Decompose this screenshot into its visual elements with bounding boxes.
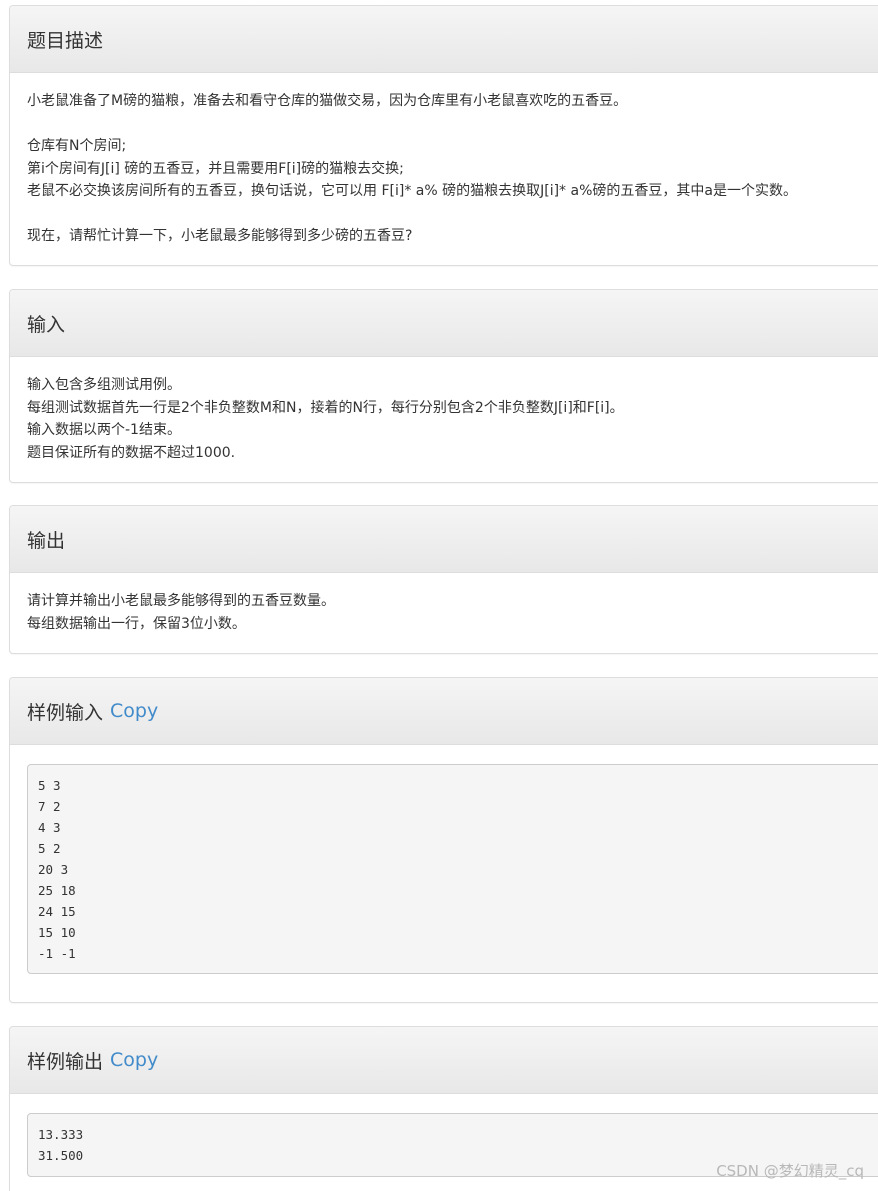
csdn-watermark: CSDN @梦幻精灵_cq (716, 1162, 864, 1180)
description-blank-line (27, 113, 871, 136)
output-panel: 输出 请计算并输出小老鼠最多能够得到的五香豆数量。 每组数据输出一行，保留3位小… (9, 505, 878, 654)
input-line: 输入数据以两个-1结束。 (27, 422, 181, 438)
description-line: 现在，请帮忙计算一下，小老鼠最多能够得到多少磅的五香豆? (27, 228, 413, 244)
sample-output-copy-link[interactable]: Copy (110, 1049, 158, 1071)
description-heading: 题目描述 (10, 6, 878, 73)
description-panel: 题目描述 小老鼠准备了M磅的猫粮，准备去和看守仓库的猫做交易，因为仓库里有小老鼠… (9, 5, 878, 266)
input-title: 输入 (27, 313, 66, 336)
description-body: 小老鼠准备了M磅的猫粮，准备去和看守仓库的猫做交易，因为仓库里有小老鼠喜欢吃的五… (10, 73, 878, 248)
sample-input-heading: 样例输入 Copy (10, 678, 878, 745)
input-heading: 输入 (10, 290, 878, 357)
output-title: 输出 (27, 529, 66, 552)
description-blank-line (27, 203, 871, 226)
sample-output-heading: 样例输出 Copy (10, 1027, 878, 1094)
description-line: 仓库有N个房间; (27, 138, 127, 154)
description-line: 第i个房间有J[i] 磅的五香豆，并且需要用F[i]磅的猫粮去交换; (27, 160, 404, 177)
description-title: 题目描述 (27, 29, 104, 52)
sample-output-title: 样例输出 (27, 1050, 104, 1073)
input-body: 输入包含多组测试用例。 每组测试数据首先一行是2个非负整数M和N，接着的N行，每… (10, 357, 878, 464)
sample-input-copy-link[interactable]: Copy (110, 700, 158, 722)
description-line: 小老鼠准备了M磅的猫粮，准备去和看守仓库的猫做交易，因为仓库里有小老鼠喜欢吃的五… (27, 93, 628, 109)
output-line: 请计算并输出小老鼠最多能够得到的五香豆数量。 (27, 593, 335, 609)
output-heading: 输出 (10, 506, 878, 573)
input-line: 输入包含多组测试用例。 (27, 377, 181, 393)
sample-input-panel: 样例输入 Copy 5 3 7 2 4 3 5 2 20 3 25 18 24 … (9, 677, 878, 1003)
input-line: 每组测试数据首先一行是2个非负整数M和N，接着的N行，每行分别包含2个非负整数J… (27, 399, 624, 416)
input-line: 题目保证所有的数据不超过1000. (27, 444, 236, 461)
problem-page: 题目描述 小老鼠准备了M磅的猫粮，准备去和看守仓库的猫做交易，因为仓库里有小老鼠… (0, 0, 878, 1191)
output-body: 请计算并输出小老鼠最多能够得到的五香豆数量。 每组数据输出一行，保留3位小数。 (10, 573, 878, 635)
sample-input-title: 样例输入 (27, 701, 104, 724)
sample-input-code: 5 3 7 2 4 3 5 2 20 3 25 18 24 15 15 10 -… (27, 764, 878, 974)
description-line: 老鼠不必交换该房间所有的五香豆，换句话说，它可以用 F[i]* a% 磅的猫粮去… (27, 183, 797, 199)
input-panel: 输入 输入包含多组测试用例。 每组测试数据首先一行是2个非负整数M和N，接着的N… (9, 289, 878, 483)
output-line: 每组数据输出一行，保留3位小数。 (27, 615, 246, 632)
